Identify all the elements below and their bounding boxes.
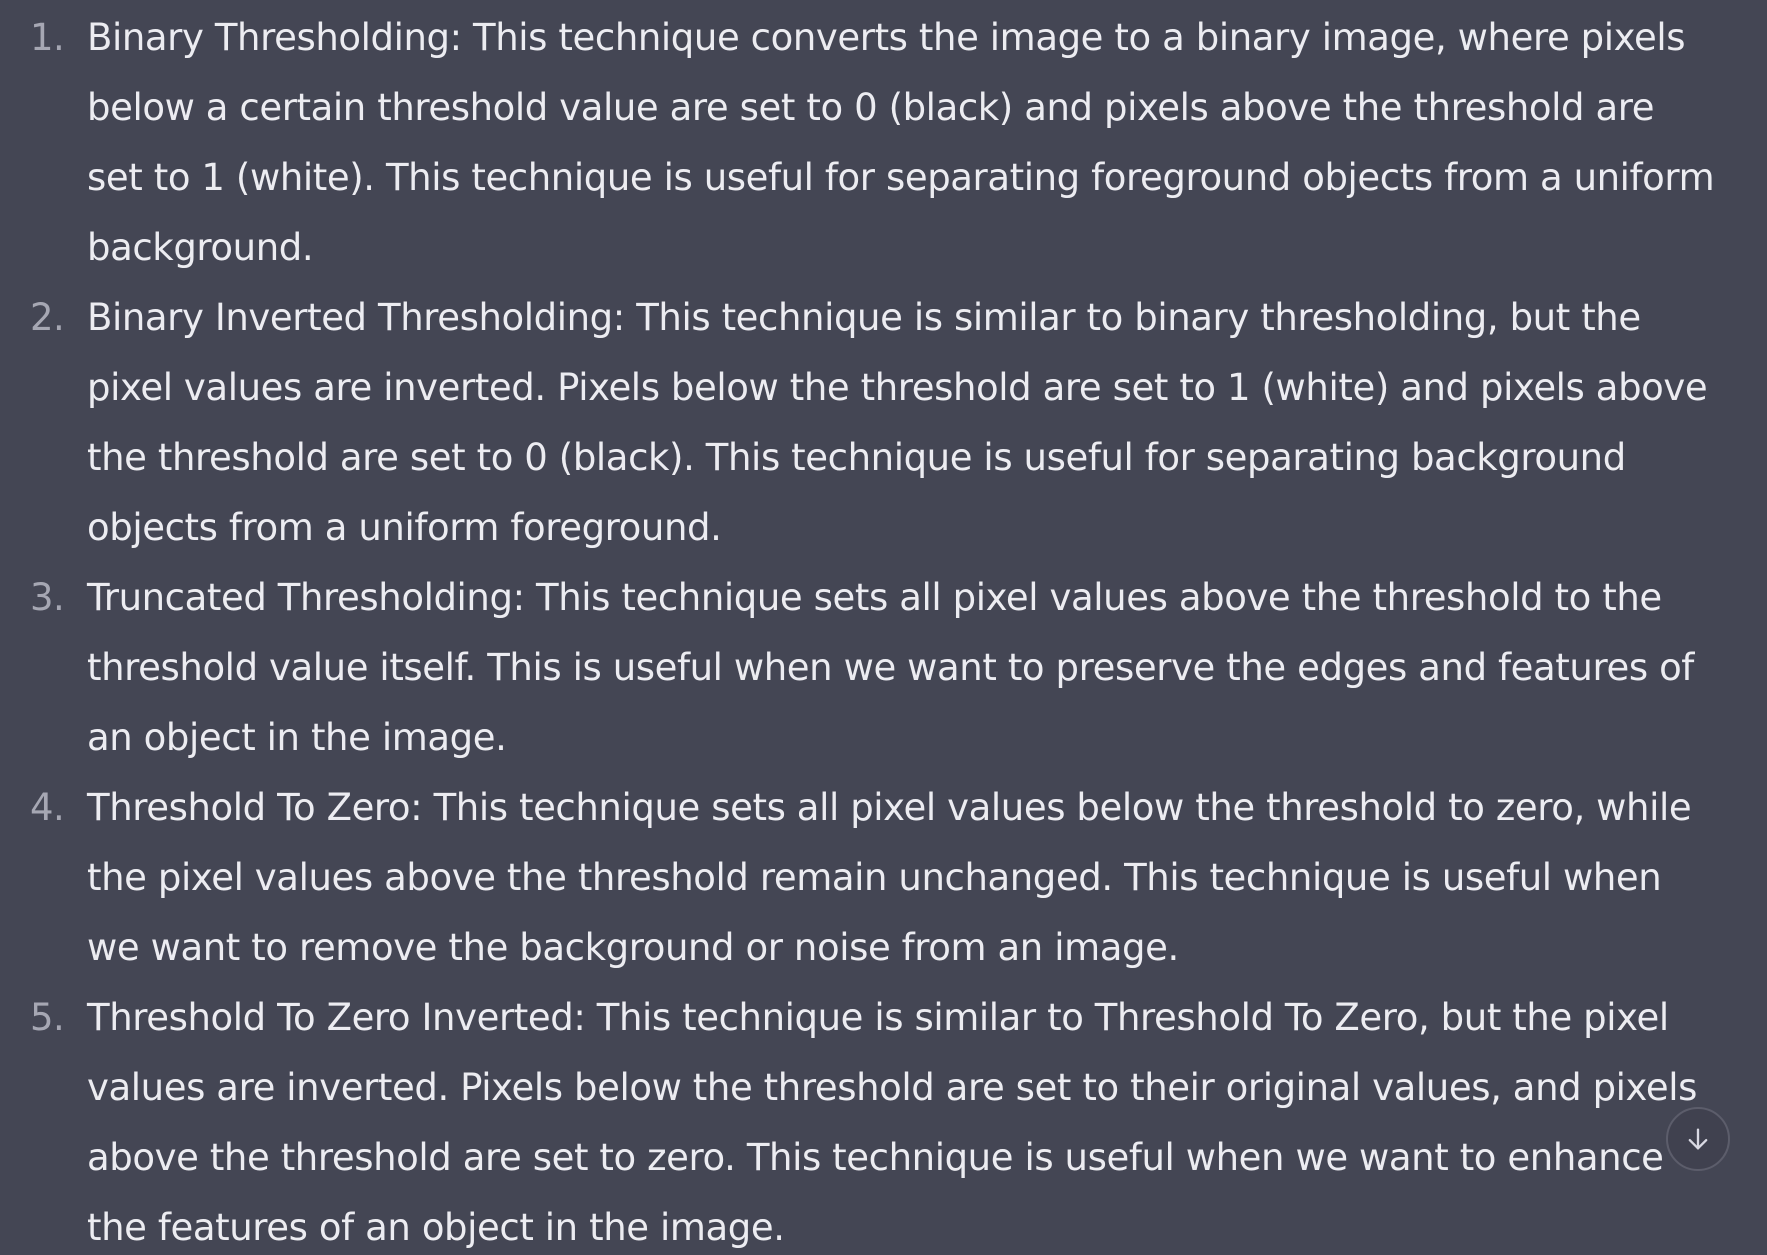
list-item: 1. Binary Thresholding: This technique c… [0, 3, 1767, 283]
list-item-text: Threshold To Zero Inverted: This techniq… [87, 996, 1698, 1249]
list-item-text: Threshold To Zero: This technique sets a… [87, 786, 1692, 969]
list-item-text: Truncated Thresholding: This technique s… [87, 576, 1694, 759]
list-item: 2. Binary Inverted Thresholding: This te… [0, 283, 1767, 563]
list-item-number: 2. [30, 296, 65, 339]
list-item: 5. Threshold To Zero Inverted: This tech… [0, 983, 1767, 1255]
list-item-number: 1. [30, 16, 65, 59]
list-item: 3. Truncated Thresholding: This techniqu… [0, 563, 1767, 773]
arrow-down-icon [1688, 1128, 1708, 1150]
list-item-number: 3. [30, 576, 65, 619]
scroll-to-bottom-button[interactable] [1666, 1107, 1730, 1171]
list-item-number: 5. [30, 996, 65, 1039]
chat-response-panel: 1. Binary Thresholding: This technique c… [0, 0, 1767, 1255]
numbered-list: 1. Binary Thresholding: This technique c… [0, 3, 1767, 1255]
list-item-text: Binary Inverted Thresholding: This techn… [87, 296, 1708, 549]
list-item-text: Binary Thresholding: This technique conv… [87, 16, 1715, 269]
list-item-number: 4. [30, 786, 65, 829]
list-item: 4. Threshold To Zero: This technique set… [0, 773, 1767, 983]
